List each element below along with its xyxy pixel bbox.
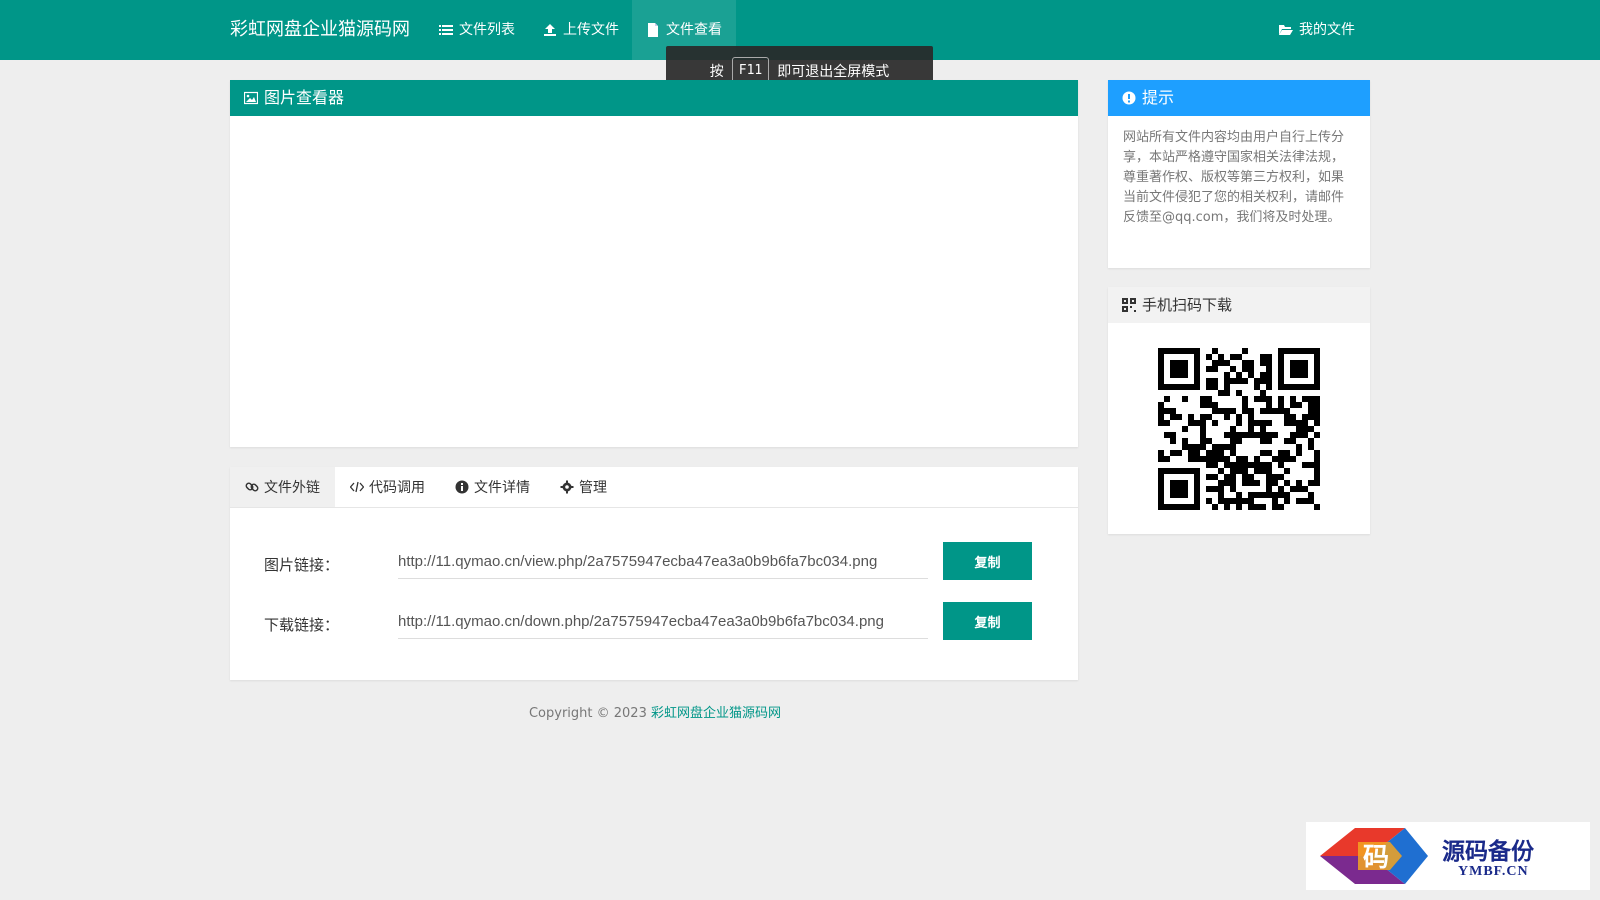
tooltip-suffix: 即可退出全屏模式 <box>777 63 890 80</box>
copy-image-link-button[interactable]: 复制 <box>943 542 1032 580</box>
footer-site-link[interactable]: 彩虹网盘企业猫源码网 <box>651 706 781 721</box>
brand-title[interactable]: 彩虹网盘企业猫源码网 <box>230 0 410 60</box>
tab-file-links-label: 文件外链 <box>264 480 320 496</box>
image-viewer-header: 图片查看器 <box>230 80 1078 116</box>
file-icon <box>646 23 660 37</box>
image-link-label: 图片链接： <box>264 556 340 574</box>
file-links-panel: 文件外链 代码调用 文件详情 管理 图片链接： 复制 下载链接： 复制 <box>230 467 1078 680</box>
notice-title: 提示 <box>1142 88 1175 107</box>
notice-header: 提示 <box>1108 80 1370 116</box>
tab-code-embed[interactable]: 代码调用 <box>335 467 440 507</box>
tab-code-embed-label: 代码调用 <box>369 480 425 496</box>
image-viewer-panel: 图片查看器 <box>230 80 1078 447</box>
folder-open-icon <box>1279 23 1293 37</box>
notice-text: 网站所有文件内容均由用户自行上传分享，本站严格遵守国家相关法律法规，尊重著作权、… <box>1123 130 1345 225</box>
image-display-area[interactable] <box>230 116 1078 447</box>
tab-manage-label: 管理 <box>579 480 607 496</box>
download-link-row: 下载链接： 复制 <box>230 602 1078 642</box>
watermark-cn: 源码备份 <box>1442 838 1534 865</box>
download-link-input[interactable] <box>398 604 928 639</box>
info-circle-icon <box>1122 91 1136 105</box>
file-tabs: 文件外链 代码调用 文件详情 管理 <box>230 467 1078 508</box>
nav-my-files-label: 我的文件 <box>1299 22 1355 38</box>
image-link-row: 图片链接： 复制 <box>230 542 1078 582</box>
tab-file-details[interactable]: 文件详情 <box>440 467 545 507</box>
watermark-logo-char: 码 <box>1363 843 1389 873</box>
qr-header: 手机扫码下载 <box>1108 287 1370 323</box>
info-icon <box>455 480 469 494</box>
qr-code-graphic <box>1158 348 1320 510</box>
qrcode-icon <box>1122 298 1136 312</box>
nav-file-list-label: 文件列表 <box>459 22 515 38</box>
qr-download-panel: 手机扫码下载 <box>1108 287 1370 534</box>
watermark-emblem-icon: 码 <box>1320 828 1428 884</box>
nav-upload[interactable]: 上传文件 <box>529 0 633 60</box>
nav-upload-label: 上传文件 <box>563 22 619 38</box>
list-icon <box>439 23 453 37</box>
tab-file-details-label: 文件详情 <box>474 480 530 496</box>
nav-file-list[interactable]: 文件列表 <box>425 0 529 60</box>
gear-icon <box>560 480 574 494</box>
image-viewer-title: 图片查看器 <box>264 88 345 107</box>
copyright-text: Copyright © 2023 <box>528 706 651 721</box>
tab-manage[interactable]: 管理 <box>545 467 622 507</box>
notice-panel: 提示 网站所有文件内容均由用户自行上传分享，本站严格遵守国家相关法律法规，尊重著… <box>1108 80 1370 268</box>
qr-code-image <box>1158 348 1320 514</box>
image-link-input[interactable] <box>398 544 928 579</box>
copy-download-link-button[interactable]: 复制 <box>943 602 1032 640</box>
upload-icon <box>543 23 557 37</box>
link-icon <box>245 480 259 494</box>
qr-title: 手机扫码下载 <box>1142 296 1233 314</box>
tab-file-links[interactable]: 文件外链 <box>230 467 335 507</box>
watermark-en: YMBF.CN <box>1458 864 1529 879</box>
image-icon <box>244 91 258 105</box>
footer: Copyright © 2023 彩虹网盘企业猫源码网 <box>0 702 1310 721</box>
code-icon <box>350 480 364 494</box>
tooltip-prefix: 按 <box>709 63 724 80</box>
nav-my-files[interactable]: 我的文件 <box>1265 0 1369 60</box>
watermark-logo: 码 源码备份 YMBF.CN <box>1306 822 1590 890</box>
download-link-label: 下载链接： <box>264 616 340 634</box>
